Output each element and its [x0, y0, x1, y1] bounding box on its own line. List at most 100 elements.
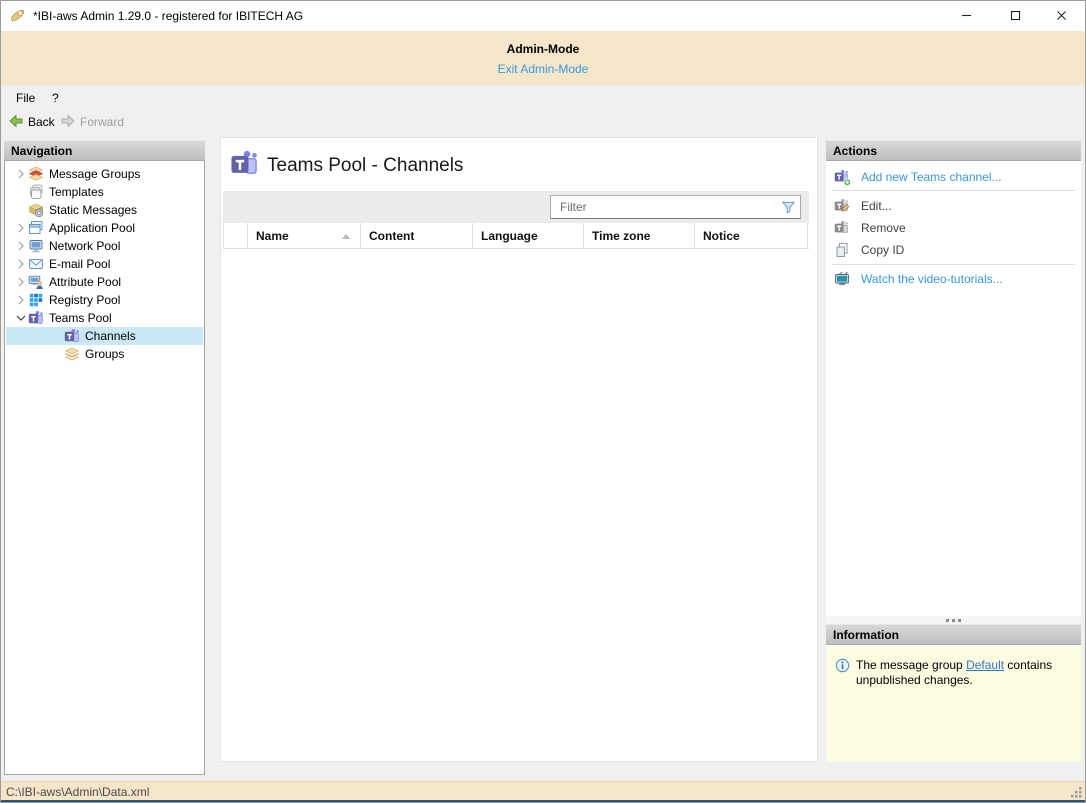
action-label: Edit...: [861, 199, 892, 213]
column-label: Time zone: [592, 229, 650, 243]
navigation-header: Navigation: [4, 140, 205, 161]
tree-item-registry-pool[interactable]: Registry Pool: [6, 291, 203, 309]
collapse-icon[interactable]: [14, 311, 28, 325]
page-title: Teams Pool - Channels: [267, 155, 463, 177]
filter-funnel-icon[interactable]: [781, 200, 796, 215]
tree-item-label: Groups: [85, 347, 124, 361]
actions-separator: [832, 190, 1075, 191]
expander-icon[interactable]: [14, 275, 28, 289]
tree-item-label: Templates: [49, 185, 104, 199]
forward-icon: [60, 113, 76, 132]
expander-icon[interactable]: [14, 167, 28, 181]
tree-item-label: Network Pool: [49, 239, 120, 253]
action-watch-video-tutorials[interactable]: Watch the video-tutorials...: [826, 269, 1081, 289]
filter-band: [223, 191, 809, 223]
expander-spacer: [14, 203, 28, 217]
registry-pool-icon: [28, 292, 44, 308]
action-label: Watch the video-tutorials...: [861, 272, 1003, 286]
copy-id-icon: [834, 242, 851, 259]
menu-help[interactable]: ?: [46, 89, 65, 107]
menu-file[interactable]: File: [10, 89, 41, 107]
tree-item-label: Attribute Pool: [49, 275, 121, 289]
action-remove[interactable]: Remove: [826, 218, 1081, 238]
tree-item-label: Channels: [85, 329, 136, 343]
message-groups-icon: [28, 166, 44, 182]
column-label: Notice: [703, 229, 740, 243]
tree-item-channels[interactable]: Channels: [6, 327, 203, 345]
info-icon: [835, 658, 850, 673]
default-message-group-link[interactable]: Default: [966, 658, 1004, 672]
actions-separator: [832, 264, 1075, 265]
toolbar: Back Forward: [0, 109, 1086, 135]
action-copy-id[interactable]: Copy ID: [826, 240, 1081, 260]
expander-spacer: [50, 329, 64, 343]
status-bar: C:\IBI-aws\Admin\Data.xml: [0, 781, 1086, 800]
panel-splitter-handle[interactable]: [826, 616, 1081, 624]
close-button[interactable]: [1038, 0, 1084, 31]
info-text-before: The message group: [856, 658, 966, 672]
tree-item-label: Application Pool: [49, 221, 135, 235]
remove-icon: [834, 220, 851, 237]
tree-item-application-pool[interactable]: Application Pool: [6, 219, 203, 237]
actions-header: Actions: [826, 140, 1081, 161]
back-label: Back: [28, 115, 55, 129]
column-header-name[interactable]: Name: [248, 223, 361, 249]
resize-grip[interactable]: [1070, 786, 1083, 799]
back-icon: [8, 113, 24, 132]
expander-icon[interactable]: [14, 293, 28, 307]
tree-item-label: E-mail Pool: [49, 257, 110, 271]
forward-label: Forward: [80, 115, 124, 129]
information-message: The message group Default contains unpub…: [856, 658, 1064, 688]
tree-item-templates[interactable]: Templates: [6, 183, 203, 201]
tree-item-groups[interactable]: Groups: [6, 345, 203, 363]
sort-ascending-icon: [342, 234, 350, 239]
tree-item-teams-pool[interactable]: Teams Pool: [6, 309, 203, 327]
table-header-row: Name Content Language Time zone Notice: [223, 223, 809, 249]
minimize-button[interactable]: [943, 0, 989, 31]
column-header-language[interactable]: Language: [473, 223, 584, 249]
templates-icon: [28, 184, 44, 200]
attribute-pool-icon: [28, 274, 44, 290]
groups-icon: [64, 346, 80, 362]
column-label: Content: [369, 229, 414, 243]
expander-spacer: [14, 185, 28, 199]
maximize-button[interactable]: [992, 0, 1038, 31]
tree-item-label: Static Messages: [49, 203, 137, 217]
menu-bar: File ?: [0, 85, 1086, 109]
forward-button[interactable]: Forward: [60, 112, 124, 132]
tree-item-message-groups[interactable]: Message Groups: [6, 165, 203, 183]
action-label: Remove: [861, 221, 906, 235]
back-button[interactable]: Back: [8, 112, 55, 132]
exit-admin-mode-link[interactable]: Exit Admin-Mode: [0, 62, 1086, 76]
tree-item-label: Teams Pool: [49, 311, 112, 325]
title-bar: *IBI-aws Admin 1.29.0 - registered for I…: [0, 0, 1086, 31]
app-icon: [9, 7, 26, 24]
action-label: Copy ID: [861, 243, 904, 257]
filter-box: [550, 195, 801, 219]
right-column: Actions Add new Teams channel... Edit...…: [826, 140, 1081, 762]
teams-title-icon: [230, 149, 259, 178]
tree-item-static-messages[interactable]: Static Messages: [6, 201, 203, 219]
tree-item-network-pool[interactable]: Network Pool: [6, 237, 203, 255]
column-label: Name: [256, 229, 289, 243]
column-header-content[interactable]: Content: [361, 223, 473, 249]
data-file-path: C:\IBI-aws\Admin\Data.xml: [6, 785, 149, 799]
navigation-panel: Navigation Message Groups Templates Stat…: [4, 140, 205, 775]
action-label: Add new Teams channel...: [861, 170, 1002, 184]
application-pool-icon: [28, 220, 44, 236]
admin-mode-title: Admin-Mode: [0, 42, 1086, 56]
column-header-notice[interactable]: Notice: [695, 223, 808, 249]
tree-item-label: Message Groups: [49, 167, 140, 181]
column-header-timezone[interactable]: Time zone: [584, 223, 695, 249]
expander-icon[interactable]: [14, 221, 28, 235]
tree-item-label: Registry Pool: [49, 293, 120, 307]
tree-item-email-pool[interactable]: E-mail Pool: [6, 255, 203, 273]
action-edit[interactable]: Edit...: [826, 196, 1081, 216]
column-label: Language: [481, 229, 538, 243]
tree-item-attribute-pool[interactable]: Attribute Pool: [6, 273, 203, 291]
teams-channels-icon: [64, 328, 80, 344]
expander-icon[interactable]: [14, 239, 28, 253]
action-add-teams-channel[interactable]: Add new Teams channel...: [826, 167, 1081, 187]
filter-input[interactable]: [551, 196, 775, 218]
expander-icon[interactable]: [14, 257, 28, 271]
